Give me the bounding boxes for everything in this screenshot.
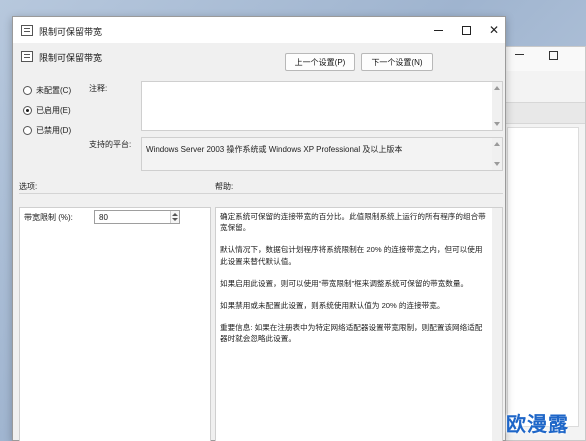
help-paragraph: 如果禁用或未配置此设置，则系统使用默认值为 20% 的连接带宽。: [220, 301, 445, 311]
radio-enabled[interactable]: 已启用(E): [23, 105, 71, 116]
maximize-icon: [461, 25, 471, 35]
maximize-icon[interactable]: [549, 51, 558, 60]
policy-name: 限制可保留带宽: [39, 53, 103, 63]
watermark: 欧漫露: [506, 414, 569, 436]
platform-label: 支持的平台:: [89, 140, 132, 149]
radio-label: 已禁用(D): [36, 126, 72, 135]
scroll-up-icon[interactable]: [494, 86, 500, 90]
close-icon: ✕: [488, 23, 500, 37]
comment-label: 注释:: [89, 84, 108, 93]
platform-scrollbar[interactable]: [492, 138, 502, 170]
bandwidth-limit-value[interactable]: 80: [99, 213, 108, 222]
radio-button[interactable]: [23, 126, 32, 135]
radio-not-configured[interactable]: 未配置(C): [23, 85, 71, 96]
platform-field: Windows Server 2003 操作系统或 Windows XP Pro…: [141, 137, 503, 171]
radio-button[interactable]: [23, 86, 32, 95]
options-label: 选项:: [19, 182, 38, 191]
divider: [19, 193, 503, 194]
help-paragraph: 重要信息: 如果在注册表中为特定网络适配器设置带宽限制，则配置该网络适配器时就会…: [220, 323, 483, 344]
platform-value: Windows Server 2003 操作系统或 Windows XP Pro…: [146, 145, 403, 154]
background-window: [498, 46, 586, 441]
policy-settings-icon: [21, 25, 33, 36]
help-scrollbar[interactable]: [492, 208, 502, 441]
minimize-icon: [433, 29, 443, 31]
help-text: 确定系统可保留的连接带宽的百分比。此值限制系统上运行的所有程序的组合带宽保留。 …: [220, 211, 488, 356]
decrement-icon[interactable]: [172, 218, 178, 221]
radio-button[interactable]: [23, 106, 32, 115]
minimize-button[interactable]: [423, 17, 453, 43]
help-panel: 确定系统可保留的连接带宽的百分比。此值限制系统上运行的所有程序的组合带宽保留。 …: [215, 207, 503, 441]
policy-dialog: 限制可保留带宽 ✕ 限制可保留带宽 上一个设置(P) 下一个设置(N) 未配置(…: [12, 16, 506, 441]
titlebar: 限制可保留带宽 ✕: [13, 17, 505, 43]
help-paragraph: 默认情况下，数据包计划程序将系统限制在 20% 的连接带宽之内，但可以使用此设置…: [220, 245, 483, 266]
bandwidth-limit-label: 带宽限制 (%):: [24, 213, 73, 222]
bandwidth-limit-stepper[interactable]: 80: [94, 210, 180, 224]
scroll-down-icon[interactable]: [494, 122, 500, 126]
radio-label: 未配置(C): [36, 86, 72, 95]
help-label: 帮助:: [215, 182, 234, 191]
maximize-button[interactable]: [451, 17, 481, 43]
help-paragraph: 如果启用此设置，则可以使用“带宽限制”框来调整系统可保留的带宽数量。: [220, 278, 469, 288]
stepper-buttons[interactable]: [170, 211, 179, 223]
next-setting-button[interactable]: 下一个设置(N): [361, 53, 433, 71]
radio-disabled[interactable]: 已禁用(D): [23, 125, 71, 136]
background-window-titlebar: [499, 47, 585, 71]
background-window-panel: [507, 127, 579, 427]
comment-scrollbar[interactable]: [492, 82, 502, 130]
background-window-toolbar: [499, 102, 585, 124]
minimize-icon[interactable]: [515, 54, 524, 55]
window-title: 限制可保留带宽: [39, 27, 103, 37]
scroll-up-icon[interactable]: [494, 142, 500, 146]
previous-setting-button[interactable]: 上一个设置(P): [285, 53, 355, 71]
close-button[interactable]: ✕: [479, 17, 509, 43]
scroll-down-icon[interactable]: [494, 162, 500, 166]
comment-field[interactable]: [141, 81, 503, 131]
options-panel: 带宽限制 (%): 80: [19, 207, 211, 441]
policy-settings-icon: [21, 51, 33, 62]
help-paragraph: 确定系统可保留的连接带宽的百分比。此值限制系统上运行的所有程序的组合带宽保留。: [220, 212, 486, 233]
increment-icon[interactable]: [172, 213, 178, 216]
radio-label: 已启用(E): [36, 106, 71, 115]
